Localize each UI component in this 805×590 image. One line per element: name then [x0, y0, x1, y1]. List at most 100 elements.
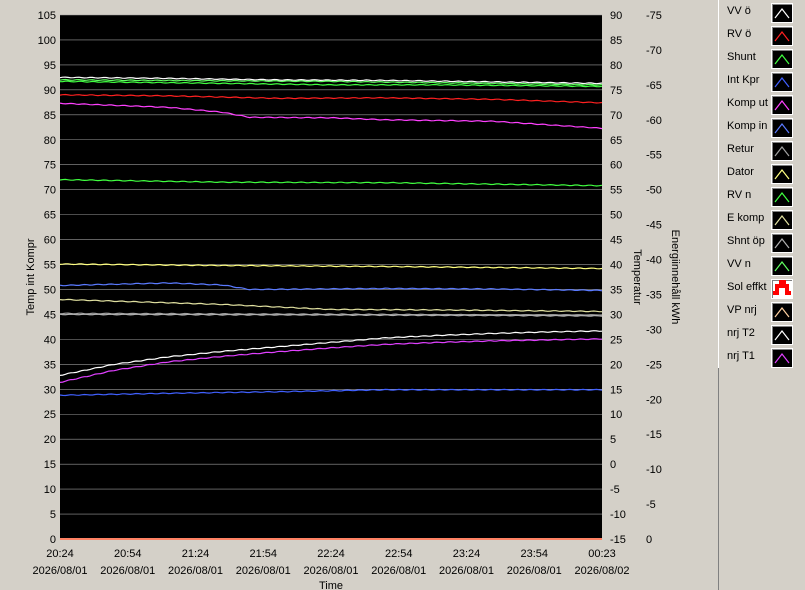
legend-label: VP nrj	[727, 304, 757, 316]
legend-swatch-icon[interactable]	[771, 210, 793, 230]
right2-tick-label: -70	[646, 45, 662, 57]
left-tick-label: 85	[44, 110, 56, 122]
legend-item[interactable]: Int Kpr	[719, 70, 805, 93]
legend-swatch-icon[interactable]	[771, 26, 793, 46]
right-panel	[718, 368, 805, 590]
left-tick-label: 80	[44, 135, 56, 147]
right2-tick-label: -65	[646, 80, 662, 92]
right1-tick-label: 10	[610, 409, 622, 421]
left-axis-ticks: 0 5 10 15 20 25 30 35 40 45 50 55 60 65 70 75 80 85 90 95 10…	[38, 10, 56, 546]
right2-axis-title: Energiinnehåll kWh	[669, 230, 681, 325]
right2-tick-label: -35	[646, 289, 662, 301]
legend-swatch-icon[interactable]	[771, 325, 793, 345]
legend-item[interactable]: Dator	[719, 162, 805, 185]
right1-tick-label: 65	[610, 135, 622, 147]
left-tick-label: 10	[44, 484, 56, 496]
legend-label: VV ö	[727, 5, 751, 17]
legend-swatch-icon[interactable]	[771, 141, 793, 161]
legend-swatch-icon[interactable]	[771, 72, 793, 92]
legend-item[interactable]: Shnt öp	[719, 231, 805, 254]
left-tick-label: 75	[44, 160, 56, 172]
x-tick-date: 2026/08/01	[236, 565, 291, 577]
right1-tick-label: 20	[610, 359, 622, 371]
x-axis-ticks: 20:24 2026/08/01 20:54 2026/08/01 21:24 2026/…	[32, 548, 629, 577]
right1-tick-label: 35	[610, 284, 622, 296]
legend-label: Shunt	[727, 51, 756, 63]
legend-item[interactable]: nrj T1	[719, 346, 805, 369]
x-tick-date: 2026/08/01	[303, 565, 358, 577]
legend-label: nrj T2	[727, 327, 755, 339]
x-axis-title: Time	[319, 580, 343, 590]
right1-tick-label: -5	[610, 484, 620, 496]
legend-item[interactable]: RV ö	[719, 24, 805, 47]
left-tick-label: 60	[44, 235, 56, 247]
legend-item[interactable]: Sol effkt	[719, 277, 805, 300]
legend-swatch-icon[interactable]	[771, 279, 793, 299]
x-tick-time: 20:54	[114, 548, 142, 560]
legend-swatch-icon[interactable]	[771, 302, 793, 322]
x-tick-time: 22:24	[317, 548, 345, 560]
left-tick-label: 5	[50, 509, 56, 521]
left-tick-label: 25	[44, 409, 56, 421]
legend-swatch-icon[interactable]	[771, 49, 793, 69]
right2-tick-label: 0	[646, 534, 652, 546]
right1-tick-label: 25	[610, 334, 622, 346]
legend-swatch-icon[interactable]	[771, 118, 793, 138]
legend-item[interactable]: nrj T2	[719, 323, 805, 346]
left-tick-label: 100	[38, 35, 56, 47]
legend-swatch-icon[interactable]	[771, 95, 793, 115]
legend-item[interactable]: VP nrj	[719, 300, 805, 323]
legend-label: RV n	[727, 189, 752, 201]
right1-tick-label: -15	[610, 534, 626, 546]
x-tick-time: 00:23	[588, 548, 616, 560]
right2-tick-label: -60	[646, 115, 662, 127]
legend-item[interactable]: VV ö	[719, 1, 805, 24]
legend-swatch-icon[interactable]	[771, 164, 793, 184]
legend-label: Dator	[727, 166, 754, 178]
right1-tick-label: 40	[610, 260, 622, 272]
right1-tick-label: 30	[610, 309, 622, 321]
legend-swatch-icon[interactable]	[771, 233, 793, 253]
plot-background	[60, 15, 602, 539]
right2-tick-label: -30	[646, 324, 662, 336]
right1-tick-label: 70	[610, 110, 622, 122]
x-tick-date: 2026/08/01	[371, 565, 426, 577]
left-tick-label: 45	[44, 309, 56, 321]
legend-item[interactable]: Komp ut	[719, 93, 805, 116]
legend-swatch-icon[interactable]	[771, 3, 793, 23]
legend: VV ö RV ö Shunt Int Kpr Komp ut Komp in Retur D…	[718, 0, 805, 369]
legend-label: Komp in	[727, 120, 768, 132]
left-tick-label: 95	[44, 60, 56, 72]
legend-swatch-icon[interactable]	[771, 348, 793, 368]
left-tick-label: 90	[44, 85, 56, 97]
left-tick-label: 15	[44, 459, 56, 471]
legend-swatch-icon[interactable]	[771, 187, 793, 207]
right1-axis-ticks: -15 -10 -5 0 5 10 15 20 25 30 35 40 45 50 55 60 65 70 75 80…	[610, 10, 626, 546]
right2-tick-label: -15	[646, 429, 662, 441]
legend-label: RV ö	[727, 28, 752, 40]
legend-label: Int Kpr	[727, 74, 760, 86]
legend-item[interactable]: RV n	[719, 185, 805, 208]
right2-tick-label: -5	[646, 499, 656, 511]
right1-tick-label: 5	[610, 434, 616, 446]
legend-label: Komp ut	[727, 97, 768, 109]
right2-tick-label: -40	[646, 255, 662, 267]
x-tick-date: 2026/08/01	[100, 565, 155, 577]
legend-item[interactable]: Shunt	[719, 47, 805, 70]
legend-swatch-icon[interactable]	[771, 256, 793, 276]
right1-tick-label: 50	[610, 210, 622, 222]
x-tick-time: 23:24	[453, 548, 481, 560]
x-tick-date: 2026/08/02	[574, 565, 629, 577]
right2-tick-label: -10	[646, 464, 662, 476]
left-tick-label: 55	[44, 260, 56, 272]
legend-item[interactable]: Retur	[719, 139, 805, 162]
x-tick-date: 2026/08/01	[439, 565, 494, 577]
left-tick-label: 70	[44, 185, 56, 197]
legend-item[interactable]: VV n	[719, 254, 805, 277]
legend-item[interactable]: E komp	[719, 208, 805, 231]
right2-tick-label: -20	[646, 394, 662, 406]
right1-tick-label: 55	[610, 185, 622, 197]
right1-tick-label: 90	[610, 10, 622, 22]
right1-tick-label: 45	[610, 235, 622, 247]
legend-item[interactable]: Komp in	[719, 116, 805, 139]
